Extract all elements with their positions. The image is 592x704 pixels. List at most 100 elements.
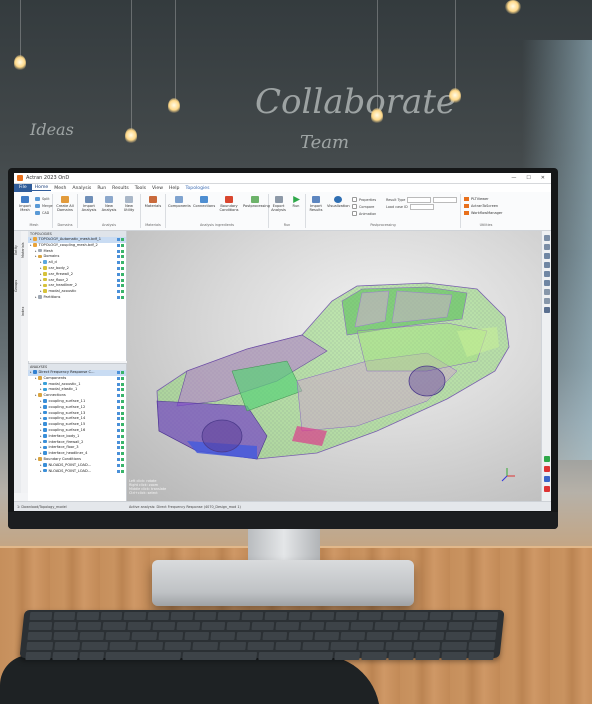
expand-arrow-icon[interactable]: ▸ bbox=[35, 376, 37, 380]
minimize-button[interactable]: — bbox=[511, 175, 516, 181]
menu-topologies[interactable]: Topologies bbox=[182, 186, 212, 191]
menu-home[interactable]: Home bbox=[31, 185, 52, 191]
menu-view[interactable]: View bbox=[149, 186, 166, 191]
visibility-toggle[interactable] bbox=[117, 238, 124, 241]
record-icon[interactable] bbox=[544, 486, 550, 492]
menu-results[interactable]: Results bbox=[109, 186, 132, 191]
visibility-toggle[interactable] bbox=[117, 376, 124, 380]
maximize-button[interactable]: ☐ bbox=[526, 175, 530, 181]
tab-groups[interactable]: Groups bbox=[14, 271, 21, 301]
visibility-toggle[interactable] bbox=[117, 394, 124, 398]
visibility-toggle[interactable] bbox=[117, 463, 124, 467]
visibility-toggle[interactable] bbox=[117, 388, 124, 392]
cad-button[interactable]: CAD bbox=[35, 211, 49, 215]
expand-arrow-icon[interactable]: ▸ bbox=[40, 411, 42, 415]
view-back-icon[interactable] bbox=[544, 244, 550, 250]
expand-arrow-icon[interactable]: ▸ bbox=[40, 278, 42, 282]
view-front-icon[interactable] bbox=[544, 235, 550, 241]
expand-arrow-icon[interactable]: ▸ bbox=[40, 463, 42, 467]
expand-arrow-icon[interactable]: ▸ bbox=[35, 249, 37, 253]
materials-button[interactable]: Materials bbox=[144, 196, 162, 208]
properties-checkbox[interactable]: Properties bbox=[352, 197, 376, 202]
topology-row[interactable]: ▸ Partitions bbox=[28, 295, 126, 301]
view-bottom-icon[interactable] bbox=[544, 262, 550, 268]
expand-arrow-icon[interactable]: ▸ bbox=[35, 457, 37, 461]
postprocessing-button[interactable]: Postprocessing bbox=[243, 196, 270, 208]
import-analysis-button[interactable]: Import Analysis bbox=[80, 196, 98, 212]
visibility-toggle[interactable] bbox=[117, 417, 124, 421]
result-type-field[interactable]: Result Type bbox=[386, 197, 458, 203]
compare-checkbox[interactable]: Compare bbox=[352, 204, 374, 209]
boundary-conditions-button[interactable]: Boundary Conditions bbox=[218, 196, 240, 212]
tab-entity[interactable]: Entity bbox=[14, 235, 21, 265]
view-left-icon[interactable] bbox=[544, 271, 550, 277]
expand-arrow-icon[interactable]: ▸ bbox=[40, 266, 42, 270]
expand-arrow-icon[interactable]: ▸ bbox=[40, 440, 42, 444]
expand-arrow-icon[interactable]: ▸ bbox=[40, 399, 42, 403]
connections-button[interactable]: Connections bbox=[193, 196, 215, 208]
expand-arrow-icon[interactable]: ▸ bbox=[30, 370, 32, 374]
menu-help[interactable]: Help bbox=[166, 186, 182, 191]
expand-arrow-icon[interactable]: ▸ bbox=[40, 469, 42, 473]
expand-arrow-icon[interactable]: ▸ bbox=[40, 289, 42, 293]
visibility-toggle[interactable] bbox=[117, 261, 124, 265]
analysis-row[interactable]: ▸ NLOADS_POINT_LOAD... bbox=[28, 469, 126, 475]
expand-arrow-icon[interactable]: ▸ bbox=[40, 382, 42, 386]
actrantoscreen-button[interactable]: ActranToScreen bbox=[464, 204, 498, 208]
expand-arrow-icon[interactable]: ▸ bbox=[40, 416, 42, 420]
export-analysis-button[interactable]: Export Analysis bbox=[270, 196, 287, 212]
tab-materials[interactable]: Materials bbox=[21, 235, 28, 265]
expand-arrow-icon[interactable]: ▸ bbox=[40, 405, 42, 409]
visibility-toggle[interactable] bbox=[117, 428, 124, 432]
visibility-toggle[interactable] bbox=[117, 469, 124, 473]
visibility-toggle[interactable] bbox=[117, 382, 124, 386]
visibility-toggle[interactable] bbox=[117, 272, 124, 276]
menu-run[interactable]: Run bbox=[94, 186, 109, 191]
camera-icon[interactable] bbox=[544, 307, 550, 313]
lighting-icon[interactable] bbox=[544, 476, 550, 482]
visibility-toggle[interactable] bbox=[117, 399, 124, 403]
expand-arrow-icon[interactable]: ▸ bbox=[40, 272, 42, 276]
visibility-toggle[interactable] bbox=[117, 295, 124, 299]
visibility-toggle[interactable] bbox=[117, 457, 124, 461]
merge-button[interactable]: Merge bbox=[35, 204, 53, 208]
new-utility-button[interactable]: New Utility bbox=[120, 196, 138, 212]
expand-arrow-icon[interactable]: ▸ bbox=[40, 445, 42, 449]
split-button[interactable]: Split bbox=[35, 197, 50, 201]
visibility-toggle[interactable] bbox=[117, 243, 124, 247]
expand-arrow-icon[interactable]: ▸ bbox=[35, 393, 37, 397]
visibility-toggle[interactable] bbox=[117, 278, 124, 282]
visibility-toggle[interactable] bbox=[117, 452, 124, 456]
visibility-toggle[interactable] bbox=[117, 371, 124, 374]
visibility-toggle[interactable] bbox=[117, 440, 124, 444]
colormap-icon[interactable] bbox=[544, 466, 550, 472]
view-right-icon[interactable] bbox=[544, 280, 550, 286]
expand-arrow-icon[interactable]: ▸ bbox=[40, 451, 42, 455]
menu-analysis[interactable]: Analysis bbox=[69, 186, 94, 191]
close-button[interactable]: ✕ bbox=[541, 175, 545, 181]
visibility-toggle[interactable] bbox=[117, 255, 124, 259]
visibility-toggle[interactable] bbox=[117, 284, 124, 288]
expand-arrow-icon[interactable]: ▸ bbox=[35, 295, 37, 299]
pltviewer-button[interactable]: PLTViewer bbox=[464, 197, 489, 201]
view-iso-icon[interactable] bbox=[544, 289, 550, 295]
expand-arrow-icon[interactable]: ▸ bbox=[40, 260, 42, 264]
visibility-toggle[interactable] bbox=[117, 434, 124, 438]
menu-mesh[interactable]: Mesh bbox=[51, 186, 69, 191]
run-button[interactable]: Run bbox=[288, 196, 304, 208]
tab-index[interactable]: Index bbox=[21, 301, 28, 321]
visibility-toggle[interactable] bbox=[117, 446, 124, 450]
expand-arrow-icon[interactable]: ▸ bbox=[40, 428, 42, 432]
menu-tools[interactable]: Tools bbox=[132, 186, 149, 191]
animation-checkbox[interactable]: Animation bbox=[352, 211, 376, 216]
create-all-domains-button[interactable]: Create All Domains bbox=[56, 196, 74, 212]
view-top-icon[interactable] bbox=[544, 253, 550, 259]
3d-viewport[interactable]: Left click: rotate Right click: zoom Mid… bbox=[127, 231, 541, 501]
import-mesh-button[interactable]: Import Mesh bbox=[17, 196, 33, 212]
expand-arrow-icon[interactable]: ▸ bbox=[30, 237, 32, 241]
visibility-toggle[interactable] bbox=[117, 405, 124, 409]
load-case-field[interactable]: Load case ID bbox=[386, 204, 434, 210]
import-results-button[interactable]: Import Results bbox=[307, 196, 325, 212]
workflowmanager-button[interactable]: WorkflowManager bbox=[464, 211, 502, 215]
components-button[interactable]: Components bbox=[168, 196, 191, 208]
